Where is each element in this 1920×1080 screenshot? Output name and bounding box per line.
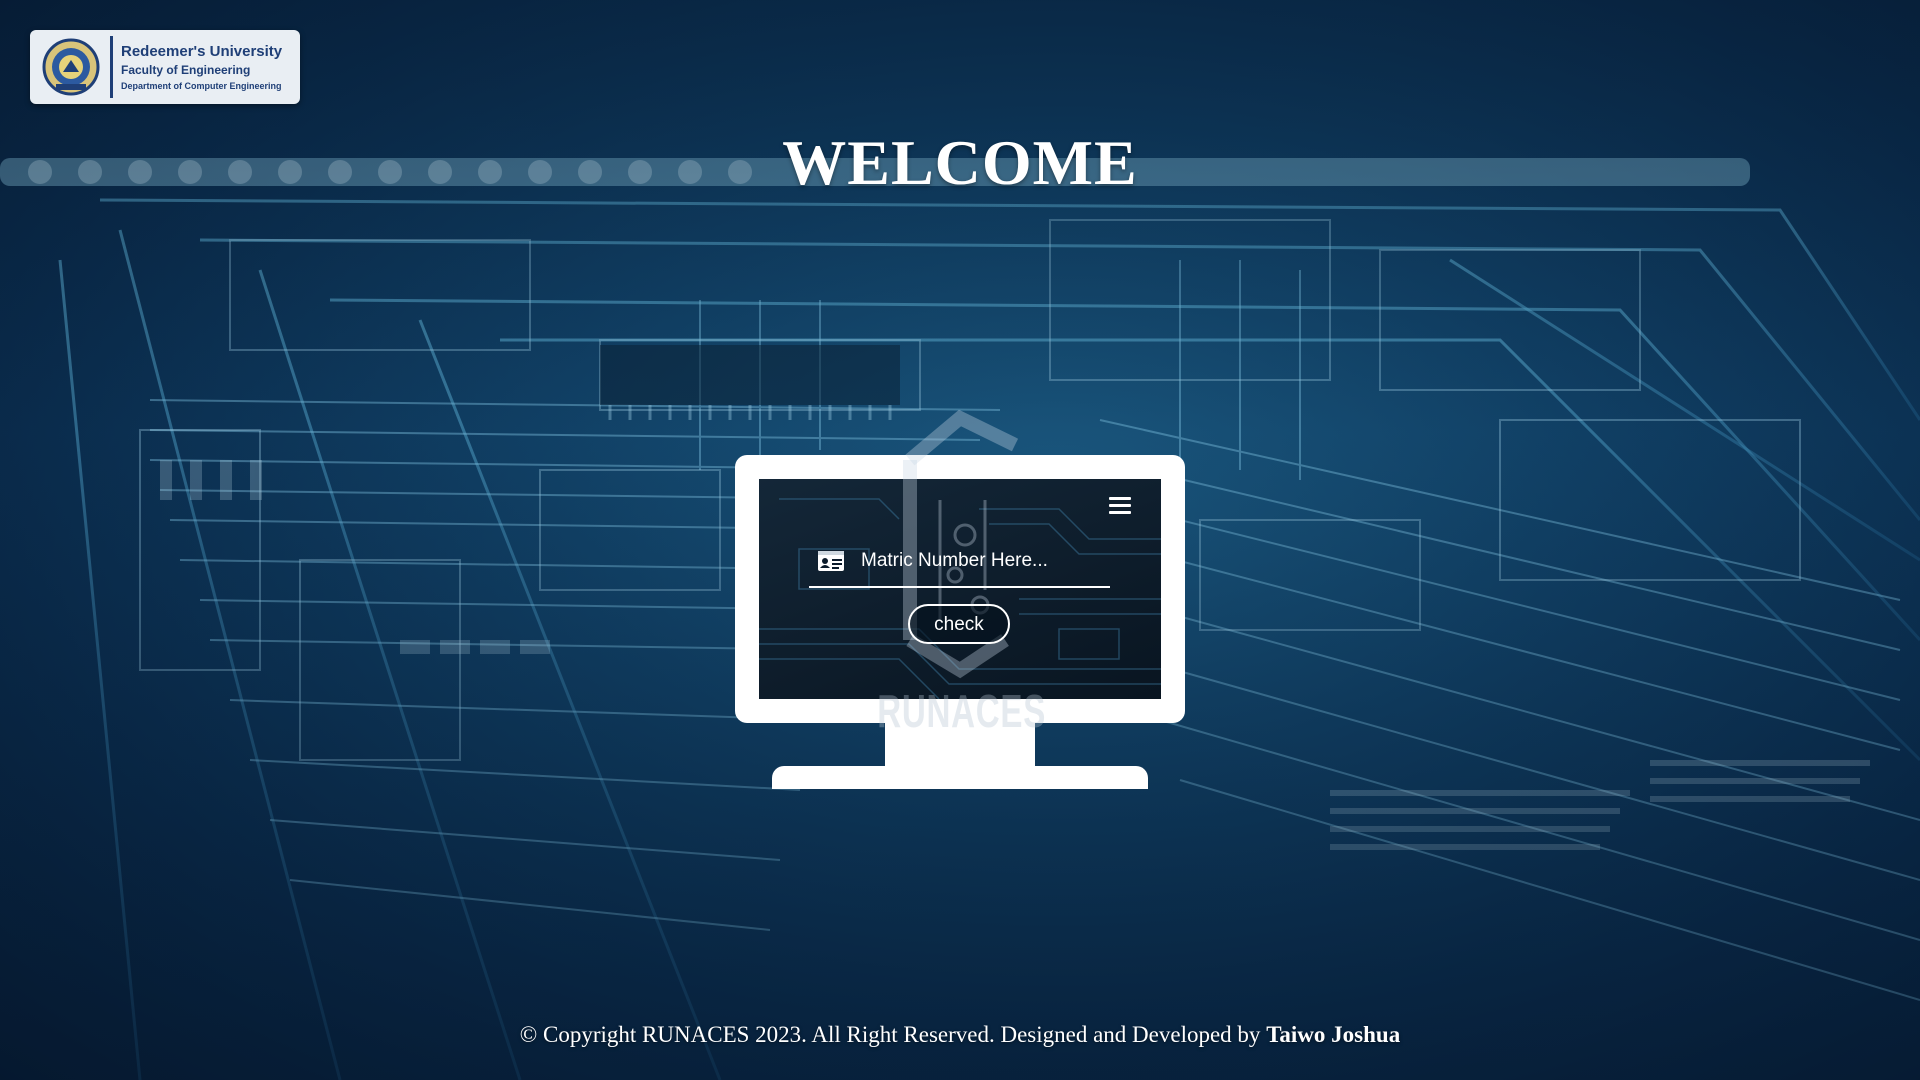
- department-name: Department of Computer Engineering: [121, 80, 282, 91]
- faculty-name: Faculty of Engineering: [121, 62, 251, 77]
- monitor-frame: [735, 455, 1185, 723]
- monitor-stand-base: [772, 766, 1148, 789]
- matric-number-input[interactable]: [861, 544, 1101, 578]
- runaces-watermark-text: RUNACES: [877, 685, 1047, 737]
- footer-copyright: © Copyright RUNACES 2023. All Right Rese…: [0, 1022, 1920, 1048]
- hamburger-menu-icon[interactable]: [1109, 497, 1131, 515]
- check-button[interactable]: check: [908, 604, 1010, 644]
- welcome-heading: WELCOME: [782, 127, 1138, 198]
- logo-text: Redeemer's University Faculty of Enginee…: [121, 42, 282, 93]
- university-name: Redeemer's University: [121, 42, 283, 60]
- matric-number-field[interactable]: [809, 540, 1110, 588]
- university-logo-card[interactable]: Redeemer's University Faculty of Enginee…: [30, 30, 300, 104]
- logo-divider: [110, 36, 113, 98]
- screen-circuit-decoration: [759, 498, 1161, 699]
- university-seal-icon: [42, 38, 100, 96]
- footer-text: © Copyright RUNACES 2023. All Right Rese…: [519, 1022, 1261, 1047]
- id-card-icon: [818, 551, 844, 571]
- footer-author: Taiwo Joshua: [1266, 1022, 1401, 1047]
- monitor-screen: [759, 479, 1161, 699]
